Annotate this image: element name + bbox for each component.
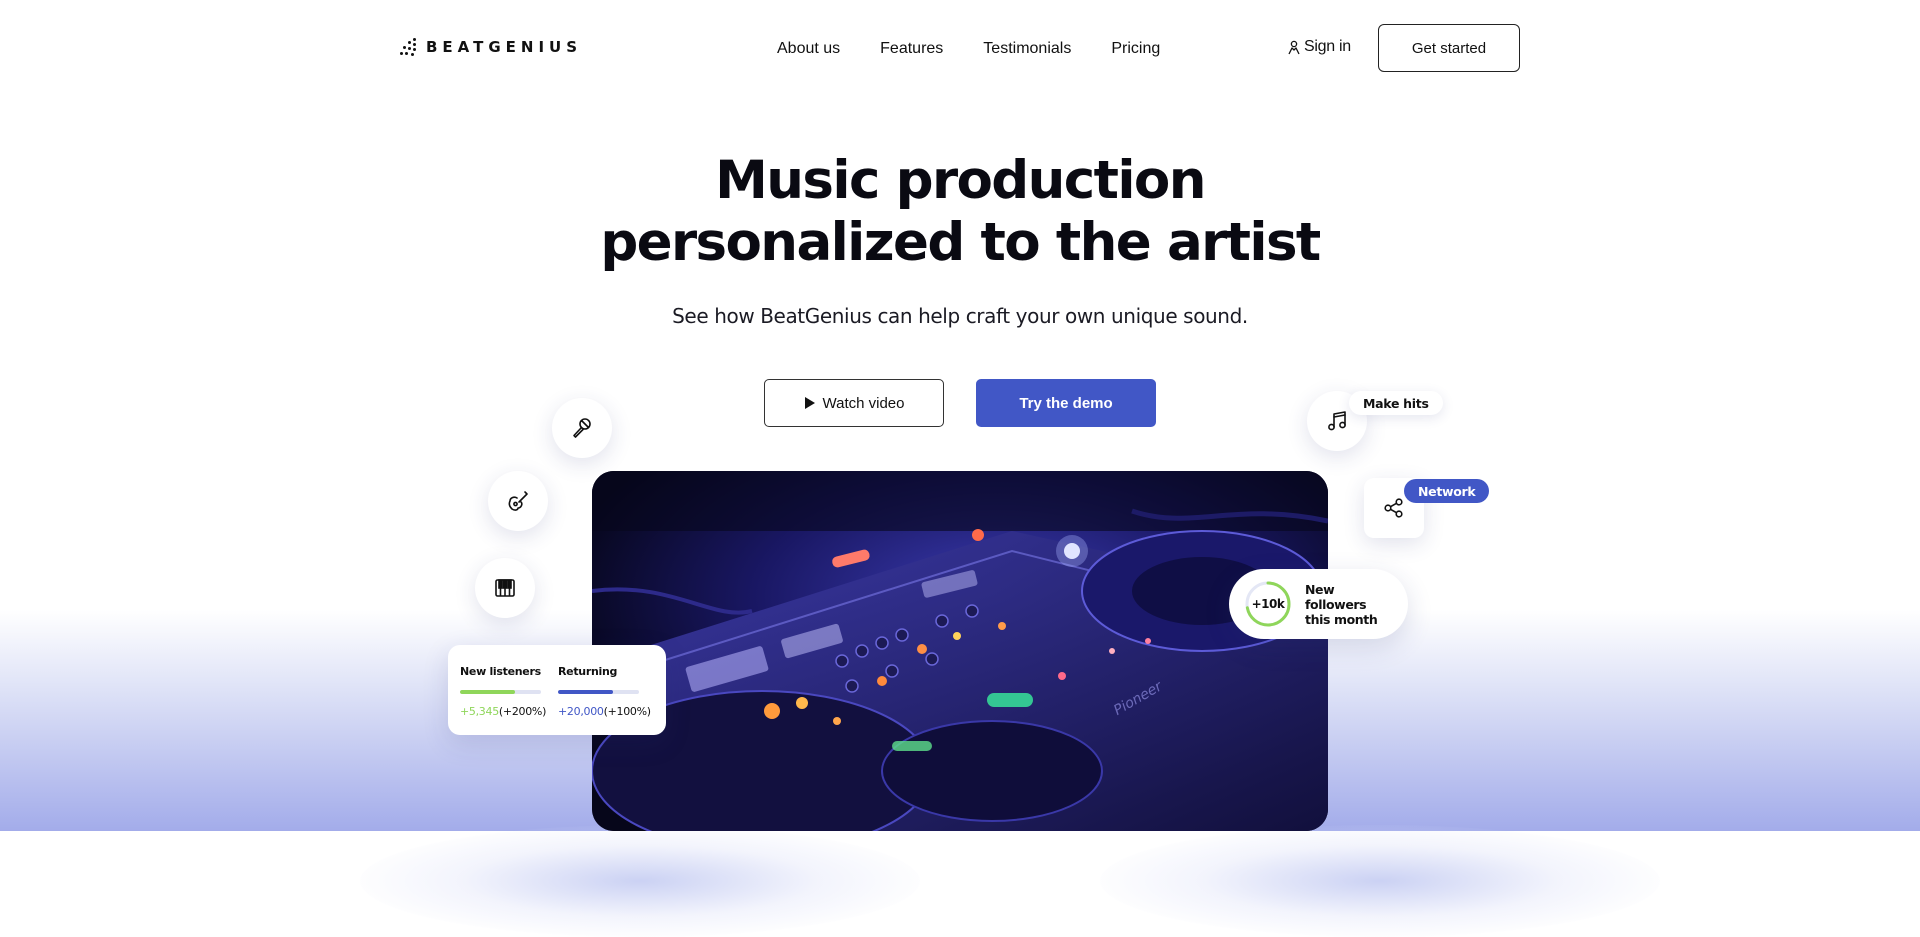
listener-stats-card: New listeners +5,345(+200%) Returning +2… [448,645,666,735]
nav-testimonials[interactable]: Testimonials [983,40,1071,58]
play-icon [804,397,815,409]
followers-ring: +10k [1243,579,1293,629]
guitar-icon [508,491,528,511]
piano-icon [495,579,515,597]
stat-progress-bar [460,690,541,694]
piano-bubble[interactable] [475,558,535,618]
try-demo-button[interactable]: Try the demo [976,379,1156,427]
hero-title-line2: personalized to the artist [600,212,1321,273]
stat-progress-bar [558,690,639,694]
stat-value: +5,345 [460,705,499,718]
followers-label: New followers this month [1305,581,1378,627]
dj-mixer-photo: Pioneer [592,471,1328,831]
stat-new-listeners: New listeners +5,345(+200%) [460,665,556,718]
followers-count: +10k [1251,597,1285,611]
sign-in-link[interactable]: Sign in [1287,38,1351,56]
stat-change: (+200%) [498,705,547,718]
bottom-glow-left [360,825,920,937]
watch-video-label: Watch video [822,394,905,412]
hero-subtitle: See how BeatGenius can help craft your o… [672,304,1248,328]
new-followers-card: +10k New followers this month [1229,569,1408,639]
hero-title: Music production personalized to the art… [0,150,1920,274]
guitar-bubble[interactable] [488,471,548,531]
nav-features[interactable]: Features [880,40,943,58]
nav-about-us[interactable]: About us [777,40,840,58]
stat-progress-fill [460,690,516,694]
sign-in-label: Sign in [1304,38,1351,55]
person-icon [1288,40,1300,54]
logo-mark-icon [400,38,417,56]
stat-returning: Returning +20,000(+100%) [558,665,654,718]
nav-pricing[interactable]: Pricing [1111,40,1160,58]
network-pill: Network [1404,479,1490,503]
brand-name: BEATGENIUS [426,38,583,56]
stat-values: +20,000(+100%) [558,705,654,718]
stat-label: Returning [558,665,618,678]
main-nav: About us Features Testimonials Pricing [777,40,1160,58]
stat-label: New listeners [460,665,541,678]
make-hits-pill: Make hits [1349,391,1443,415]
music-note-icon [1328,411,1346,431]
hero-title-line1: Music production [715,150,1206,211]
brand-logo[interactable]: BEATGENIUS [400,38,582,56]
microphone-icon [573,418,591,438]
bottom-glow-right [1100,825,1660,937]
stat-values: +5,345(+200%) [460,705,556,718]
stat-change: (+100%) [603,705,651,718]
microphone-bubble[interactable] [552,398,612,458]
get-started-button[interactable]: Get started [1378,24,1520,72]
stat-progress-fill [558,690,614,694]
share-icon [1384,498,1403,518]
watch-video-button[interactable]: Watch video [764,379,944,427]
stat-value: +20,000 [558,705,604,718]
